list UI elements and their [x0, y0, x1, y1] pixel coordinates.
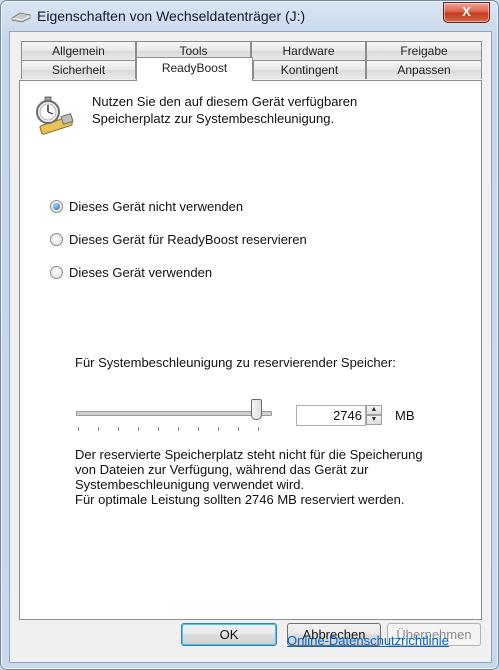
option-dedicate-label: Dieses Gerät für ReadyBoost reservieren — [69, 231, 307, 247]
radio-button-checked[interactable] — [50, 199, 63, 213]
tab-freigabe[interactable]: Freigabe — [366, 41, 482, 60]
drive-icon — [11, 12, 31, 23]
radio-button[interactable] — [50, 265, 63, 279]
title-bar[interactable]: Eigenschaften von Wechseldatenträger (J:… — [1, 1, 498, 31]
option-use[interactable]: Dieses Gerät verwenden — [50, 263, 212, 281]
option-dont-use-label: Dieses Gerät nicht verwenden — [69, 198, 244, 214]
tab-strip: Allgemein Tools Hardware Freigabe Sicher… — [19, 41, 482, 81]
description-line: Der reservierte Speicherplatz steht nich… — [75, 447, 423, 462]
privacy-policy-link[interactable]: Online-Datenschutzrichtlinie — [287, 633, 449, 648]
tab-kontingent[interactable]: Kontingent — [253, 60, 366, 79]
reserve-description: Der reservierte Speicherplatz steht nich… — [75, 447, 475, 507]
radio-button[interactable] — [50, 232, 63, 246]
slider-tick — [198, 427, 199, 431]
description-line: Systembeschleunigung verwendet wird. — [75, 477, 305, 492]
intro-line-1: Nutzen Sie den auf diesem Gerät verfügba… — [92, 94, 358, 109]
slider-tick — [158, 427, 159, 431]
ok-button[interactable]: OK — [181, 623, 277, 646]
properties-window: Eigenschaften von Wechseldatenträger (J:… — [0, 0, 499, 670]
readyboost-stopwatch-icon — [36, 96, 74, 135]
window-title: Eigenschaften von Wechseldatenträger (J:… — [37, 8, 306, 24]
option-dedicate[interactable]: Dieses Gerät für ReadyBoost reservieren — [50, 230, 307, 248]
tab-hardware[interactable]: Hardware — [251, 41, 366, 60]
intro-line-2: Speicherplatz zur Systembeschleunigung. — [92, 111, 335, 126]
spin-up-arrow-icon[interactable]: ▲ — [366, 405, 382, 415]
tab-anpassen[interactable]: Anpassen — [366, 60, 482, 79]
option-use-label: Dieses Gerät verwenden — [69, 264, 213, 280]
slider-tick — [118, 427, 119, 431]
slider-thumb[interactable] — [251, 399, 262, 420]
description-line: Für optimale Leistung sollten 2746 MB re… — [75, 492, 405, 507]
tab-allgemein[interactable]: Allgemein — [21, 41, 136, 60]
reserve-size-spinner[interactable]: ▲ ▼ — [366, 405, 382, 426]
reserve-slider[interactable] — [76, 399, 276, 439]
slider-tick — [98, 427, 99, 431]
slider-tick — [78, 427, 79, 431]
slider-tick — [258, 427, 259, 431]
dialog-client: Allgemein Tools Hardware Freigabe Sicher… — [9, 31, 492, 663]
slider-track[interactable] — [76, 411, 272, 416]
spin-down-arrow-icon[interactable]: ▼ — [366, 415, 382, 425]
option-dont-use[interactable]: Dieses Gerät nicht verwenden — [50, 197, 243, 215]
slider-tick — [138, 427, 139, 431]
slider-tick — [238, 427, 239, 431]
reserve-label: Für Systembeschleunigung zu reservierend… — [75, 355, 396, 370]
tab-readyboost[interactable]: ReadyBoost — [136, 57, 253, 81]
unit-label: MB — [395, 408, 415, 423]
description-line: von Dateien zur Verfügung, während das G… — [75, 462, 369, 477]
tab-sicherheit[interactable]: Sicherheit — [21, 60, 136, 79]
slider-tick — [218, 427, 219, 431]
close-button[interactable]: X — [443, 2, 490, 23]
readyboost-panel: Nutzen Sie den auf diesem Gerät verfügba… — [19, 80, 482, 648]
slider-tick — [178, 427, 179, 431]
intro-text: Nutzen Sie den auf diesem Gerät verfügba… — [92, 93, 462, 127]
reserve-size-input[interactable]: 2746 — [296, 405, 366, 426]
